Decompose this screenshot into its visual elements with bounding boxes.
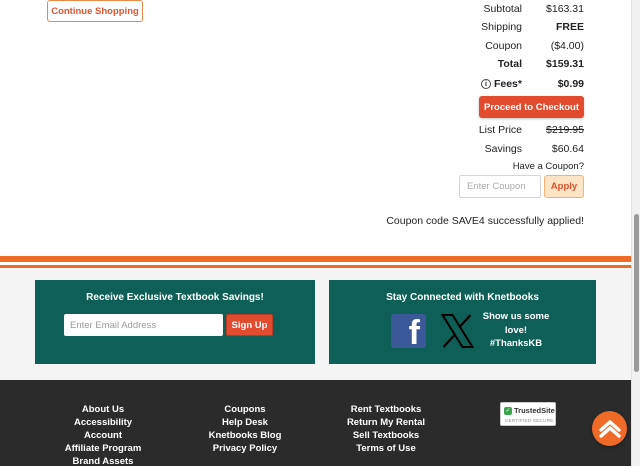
coupon-question: Have a Coupon? (512, 161, 584, 172)
footer-column-textbooks: Rent Textbooks Return My Rental Sell Tex… (328, 403, 444, 455)
coupon-input[interactable] (459, 175, 541, 198)
page: Continue Shopping Subtotal $163.31 Shipp… (0, 0, 631, 466)
footer-link-about-us[interactable]: About Us (45, 403, 161, 416)
footer-link-coupons[interactable]: Coupons (187, 403, 303, 416)
scroll-to-top-button[interactable] (592, 411, 627, 446)
footer-link-return-rental[interactable]: Return My Rental (328, 416, 444, 429)
footer-link-blog[interactable]: Knetbooks Blog (187, 429, 303, 442)
footer-link-help-desk[interactable]: Help Desk (187, 416, 303, 429)
subtotal-label: Subtotal (483, 3, 522, 15)
footer-link-rent-textbooks[interactable]: Rent Textbooks (328, 403, 444, 416)
fees-row: i Fees* $0.99 (404, 76, 584, 92)
footer-link-account[interactable]: Account (45, 429, 161, 442)
list-price-row: List Price $219.95 (404, 122, 584, 138)
trusted-site-subtitle: CERTIFIED SECURE (505, 418, 554, 423)
x-icon[interactable] (439, 313, 476, 349)
footer-column-company: About Us Accessibility Account Affiliate… (45, 403, 161, 466)
footer-link-brand-assets[interactable]: Brand Assets (45, 455, 161, 466)
continue-shopping-button[interactable]: Continue Shopping (47, 0, 143, 22)
subtotal-row: Subtotal $163.31 (404, 1, 584, 17)
chevron-up-icon (598, 419, 621, 438)
coupon-value: ($4.00) (550, 40, 584, 52)
footer-link-accessibility[interactable]: Accessibility (45, 416, 161, 429)
social-title: Stay Connected with Knetbooks (386, 292, 539, 303)
footer-link-privacy-policy[interactable]: Privacy Policy (187, 442, 303, 455)
savings-row: Savings $60.64 (404, 141, 584, 157)
list-price-value: $219.95 (546, 124, 584, 136)
total-row: Total $159.31 (404, 56, 584, 72)
footer-link-sell-textbooks[interactable]: Sell Textbooks (328, 429, 444, 442)
page-scrollbar[interactable] (631, 0, 640, 466)
fees-label: Fees* (493, 78, 522, 90)
info-icon[interactable]: i (480, 79, 491, 90)
facebook-icon[interactable]: f (391, 314, 426, 348)
coupon-row: Coupon ($4.00) (404, 38, 584, 54)
social-hashtag: #ThanksKB (489, 338, 543, 349)
savings-value: $60.64 (551, 143, 584, 155)
total-label: Total (497, 58, 522, 70)
coupon-label: Coupon (485, 40, 522, 52)
newsletter-box: Receive Exclusive Textbook Savings! Sign… (35, 280, 315, 364)
footer-link-terms-of-use[interactable]: Terms of Use (328, 442, 444, 455)
proceed-to-checkout-button[interactable]: Proceed to Checkout (479, 96, 584, 118)
checkmark-icon: ✓ (504, 406, 512, 415)
trusted-site-header: ✓ TrustedSite (504, 406, 555, 415)
shipping-label: Shipping (481, 21, 522, 33)
footer-column-help: Coupons Help Desk Knetbooks Blog Privacy… (187, 403, 303, 455)
subtotal-value: $163.31 (546, 3, 584, 15)
shipping-value: FREE (555, 21, 584, 33)
savings-label: Savings (484, 143, 522, 155)
coupon-success-message: Coupon code SAVE4 successfully applied! (386, 215, 584, 227)
trusted-site-name: TrustedSite (514, 406, 555, 415)
email-input[interactable] (64, 314, 223, 336)
newsletter-title: Receive Exclusive Textbook Savings! (86, 292, 264, 303)
social-box: Stay Connected with Knetbooks f Show us … (329, 280, 596, 364)
sign-up-button[interactable]: Sign Up (226, 314, 273, 336)
social-message-line1: Show us some (482, 311, 550, 322)
list-price-label: List Price (478, 124, 522, 136)
social-message-line2: love! (504, 324, 528, 336)
social-message: Show us some love! #ThanksKB (482, 310, 550, 351)
fees-label-wrap: i Fees* (480, 78, 522, 90)
fees-value: $0.99 (557, 78, 584, 90)
shipping-row: Shipping FREE (404, 19, 584, 35)
scrollbar-thumb[interactable] (634, 214, 639, 372)
footer-link-affiliate-program[interactable]: Affiliate Program (45, 442, 161, 455)
apply-coupon-button[interactable]: Apply (544, 175, 584, 198)
total-value: $159.31 (546, 58, 584, 70)
trusted-site-badge[interactable]: ✓ TrustedSite CERTIFIED SECURE (500, 402, 556, 426)
